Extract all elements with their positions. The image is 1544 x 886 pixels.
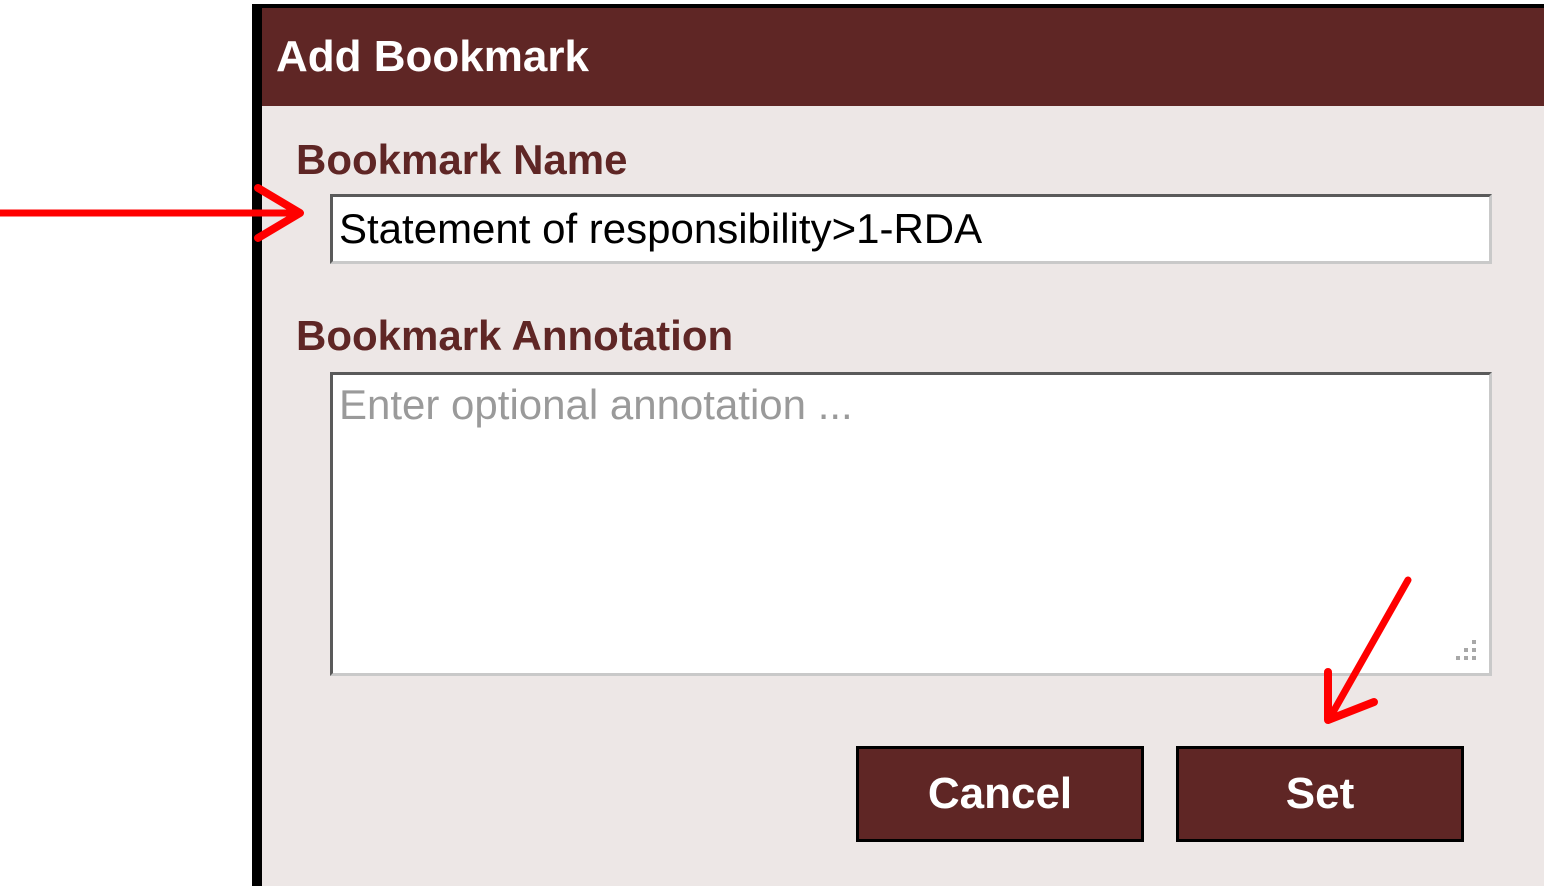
bookmark-annotation-label: Bookmark Annotation <box>296 312 734 359</box>
screenshot-stage: Add Bookmark Bookmark Name Bookmark Anno… <box>0 0 1544 886</box>
add-bookmark-dialog: Add Bookmark Bookmark Name Bookmark Anno… <box>252 4 1544 886</box>
resize-grip-icon[interactable] <box>1450 636 1480 666</box>
set-button[interactable]: Set <box>1176 746 1464 842</box>
dialog-title: Add Bookmark <box>262 8 1544 106</box>
bookmark-name-input[interactable] <box>330 194 1492 264</box>
cancel-button[interactable]: Cancel <box>856 746 1144 842</box>
bookmark-annotation-textarea[interactable] <box>330 372 1492 676</box>
bookmark-name-label: Bookmark Name <box>296 136 628 183</box>
